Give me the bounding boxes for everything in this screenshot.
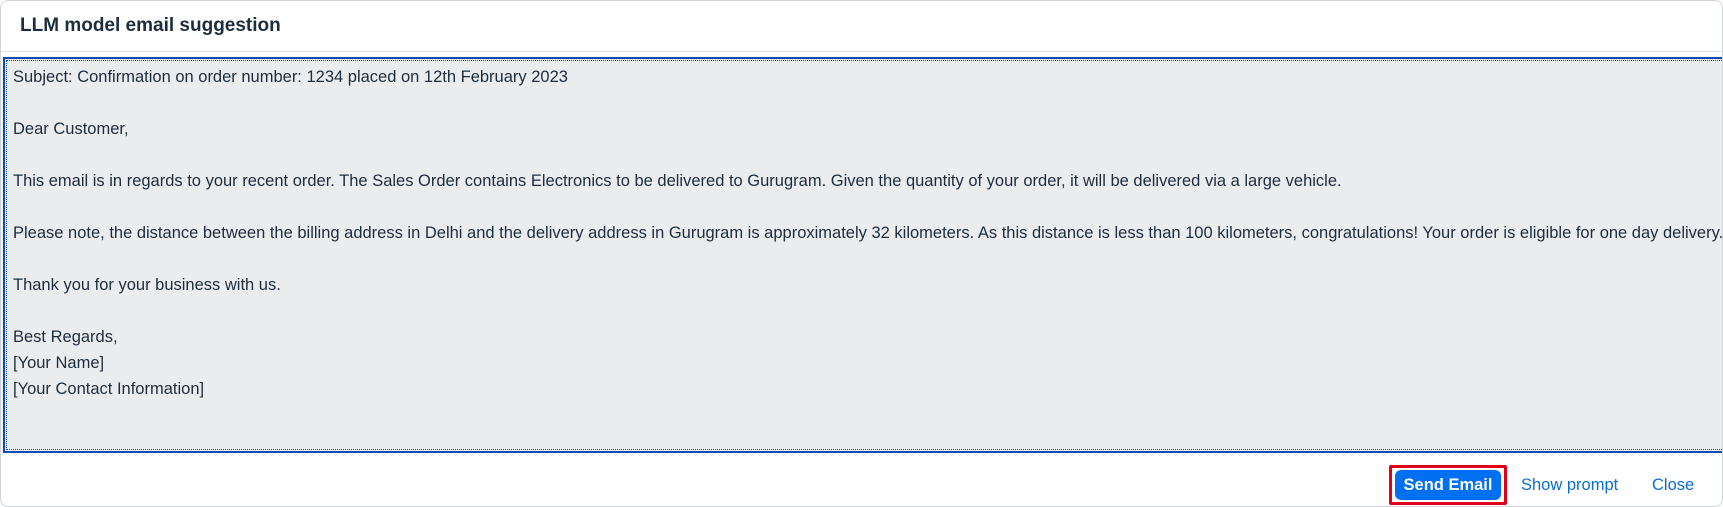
- dialog-footer: Send Email Show prompt Close: [1, 458, 1722, 506]
- show-prompt-button[interactable]: Show prompt: [1521, 470, 1655, 500]
- send-email-button[interactable]: Send Email: [1395, 470, 1501, 500]
- email-textarea[interactable]: Subject: Confirmation on order number: 1…: [3, 57, 1723, 453]
- email-body-text: Subject: Confirmation on order number: 1…: [13, 68, 1723, 398]
- close-button[interactable]: Close: [1652, 470, 1702, 500]
- email-suggestion-dialog: LLM model email suggestion Subject: Conf…: [0, 0, 1723, 507]
- dialog-title: LLM model email suggestion: [20, 15, 281, 36]
- dialog-header: LLM model email suggestion: [1, 1, 1722, 52]
